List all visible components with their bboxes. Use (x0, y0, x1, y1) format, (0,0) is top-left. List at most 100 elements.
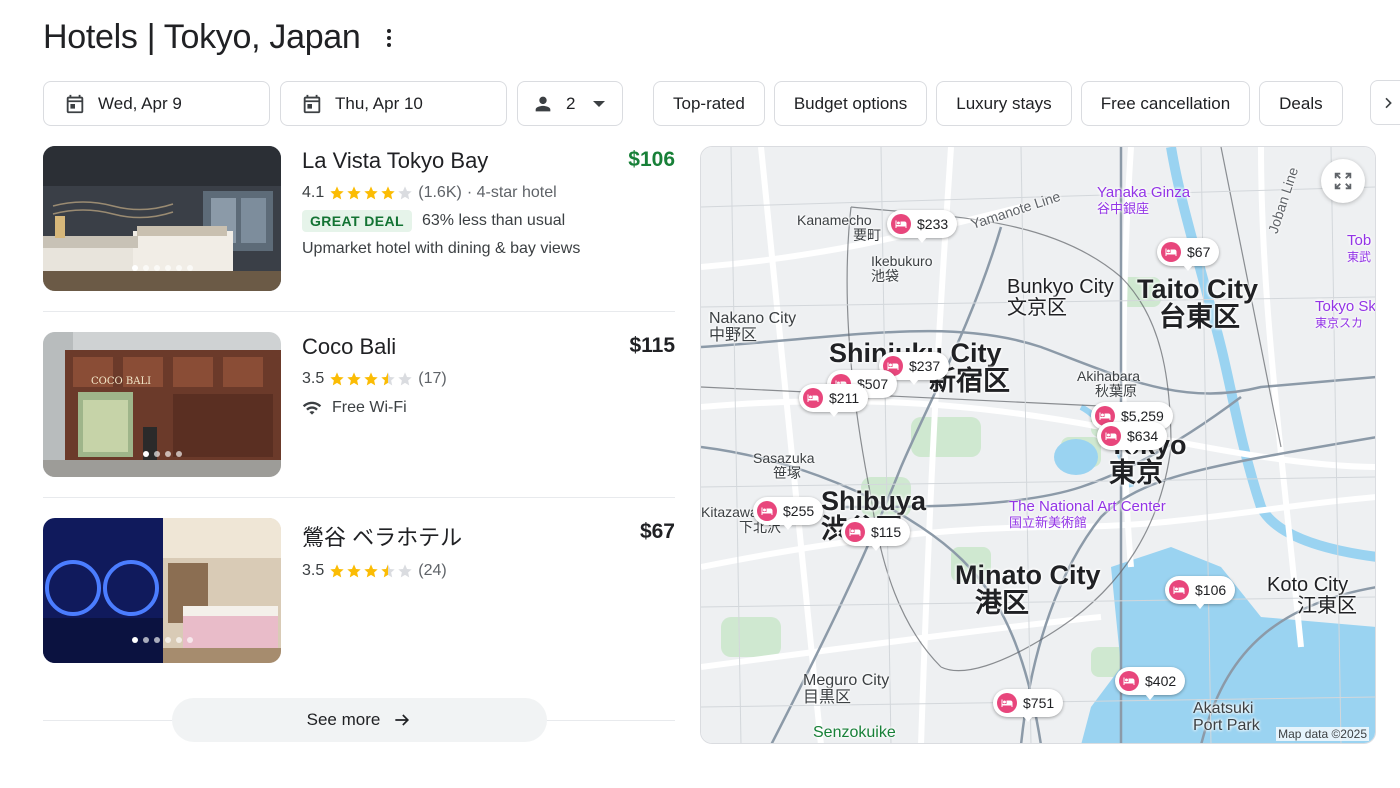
map-price-pin[interactable]: $634 (1097, 422, 1168, 455)
chip-top-rated[interactable]: Top-rated (653, 81, 765, 126)
guests-selector[interactable]: 2 (517, 81, 623, 126)
chip-free-cancellation[interactable]: Free cancellation (1080, 81, 1251, 126)
photo-pagination (43, 451, 281, 457)
map-label: Bunkyo City 文京区 (1007, 276, 1114, 319)
hotel-card[interactable]: 鶯谷 ベラホテル $67 3.5 (24) (43, 518, 675, 704)
map-price-pin[interactable]: $751 (993, 689, 1064, 722)
hotel-price: $106 (628, 148, 675, 171)
chip-luxury-stays[interactable]: Luxury stays (936, 81, 1072, 126)
bed-icon (997, 693, 1017, 713)
map-label: Tokyo Sky東京スカ (1315, 298, 1376, 330)
hotel-name[interactable]: Coco Bali (302, 334, 675, 360)
star-rating (329, 185, 413, 201)
bed-icon (1101, 426, 1121, 446)
chips-next-button[interactable] (1370, 80, 1400, 125)
map-label: Akatsuki Port Park (1193, 700, 1260, 734)
arrow-right-icon (395, 714, 410, 726)
calendar-icon (66, 94, 84, 113)
chip-deals[interactable]: Deals (1259, 81, 1343, 126)
svg-text:COCO BALI: COCO BALI (91, 376, 151, 387)
hotel-info: La Vista Tokyo Bay $106 4.1 (1.6K) · 4-s… (302, 146, 675, 258)
map-price-pin[interactable]: $255 (753, 497, 824, 530)
star-icon (347, 564, 361, 578)
hotel-price: $67 (639, 520, 675, 543)
star-icon (330, 186, 344, 200)
check-in-field[interactable]: Wed, Apr 9 (43, 81, 270, 126)
map-price-pin[interactable]: $402 (1115, 667, 1186, 700)
hotel-card[interactable]: La Vista Tokyo Bay $106 4.1 (1.6K) · 4-s… (43, 146, 675, 332)
hotel-photo[interactable] (43, 518, 281, 663)
map-label: Meguro City 目黒区 (803, 672, 890, 706)
map-label: Minato City 港区 (955, 560, 1101, 619)
chip-budget-options[interactable]: Budget options (773, 81, 928, 126)
check-out-field[interactable]: Thu, Apr 10 (280, 81, 507, 126)
rating-row: 3.5 (24) (302, 562, 675, 580)
chevron-right-icon (1385, 97, 1392, 108)
hotel-photo[interactable] (43, 146, 281, 291)
map-label: Kanamecho 要町 (797, 212, 881, 243)
person-icon (535, 96, 551, 111)
calendar-icon (303, 94, 321, 113)
bed-icon (1161, 242, 1181, 262)
divider (43, 311, 675, 312)
star-icon (398, 372, 412, 386)
rating-row: 3.5 (17) (302, 370, 675, 388)
map-price-pin[interactable]: $106 (1165, 576, 1236, 609)
map[interactable]: Kanamecho 要町 Ikebukuro 池袋 Yamanote Line Jo… (700, 146, 1376, 744)
map-label: Taito City 台東区 (1137, 274, 1258, 333)
bed-icon (757, 501, 777, 521)
star-icon (398, 186, 412, 200)
photo-pagination (43, 637, 281, 643)
star-icon (381, 372, 395, 386)
star-icon (381, 186, 395, 200)
see-more-button[interactable]: See more (172, 698, 547, 742)
map-price-pin[interactable]: $233 (887, 210, 958, 243)
map-price-pin[interactable]: $115 (841, 518, 911, 551)
amenity-row: Free Wi-Fi (302, 398, 675, 418)
rating-score: 3.5 (302, 370, 325, 387)
star-icon (364, 186, 378, 200)
chevron-down-icon (593, 100, 606, 107)
hotel-card[interactable]: COCO BALI Coco Bali $115 3.5 (17) Free W… (43, 332, 675, 518)
map-label: Ikebukuro 池袋 (871, 253, 933, 284)
bed-icon (1169, 580, 1189, 600)
map-label: Koto City 江東区 (1267, 574, 1357, 617)
hotel-name[interactable]: La Vista Tokyo Bay (302, 148, 675, 174)
hotel-info: 鶯谷 ベラホテル $67 3.5 (24) (302, 518, 675, 580)
star-icon (347, 186, 361, 200)
review-count: (17) (418, 370, 447, 387)
expand-icon (1334, 172, 1352, 190)
rating-score: 4.1 (302, 184, 325, 201)
map-price-pin[interactable]: $67 (1157, 238, 1220, 271)
fullscreen-button[interactable] (1321, 159, 1365, 203)
map-label: Senzokuike (813, 724, 896, 741)
map-label: Sasazuka 笹塚 (753, 450, 815, 481)
star-icon (364, 372, 378, 386)
photo-pagination (43, 265, 281, 271)
hotel-photo[interactable]: COCO BALI (43, 332, 281, 477)
wifi-icon (302, 401, 322, 415)
page-title: Hotels | Tokyo, Japan (43, 18, 361, 56)
rating-row: 4.1 (1.6K) · 4-star hotel (302, 184, 675, 202)
star-icon (347, 372, 361, 386)
hotel-name[interactable]: 鶯谷 ベラホテル (302, 520, 675, 552)
map-label: Yanaka Ginza 谷中銀座 (1097, 184, 1191, 216)
star-rating (329, 563, 413, 579)
divider (43, 497, 675, 498)
rating-score: 3.5 (302, 562, 325, 579)
amenity-label: Free Wi-Fi (332, 399, 407, 416)
filter-bar: Wed, Apr 9 Thu, Apr 10 2 Top-rated Budge… (43, 80, 1352, 127)
map-label: Tob 東武 (1347, 232, 1372, 264)
more-options-icon[interactable] (379, 21, 399, 55)
map-price-pin[interactable]: $211 (799, 384, 869, 417)
bed-icon (1119, 671, 1139, 691)
guests-count: 2 (566, 93, 576, 113)
check-in-label: Wed, Apr 9 (98, 93, 182, 113)
deal-text: 63% less than usual (421, 212, 566, 229)
hotel-price: $115 (629, 334, 675, 357)
star-icon (330, 372, 344, 386)
see-more-label: See more (306, 710, 381, 729)
deal-badge: GREAT DEAL (302, 210, 412, 232)
map-label: Nakano City 中野区 (709, 310, 797, 344)
deal-row: GREAT DEAL 63% less than usual (302, 210, 675, 232)
